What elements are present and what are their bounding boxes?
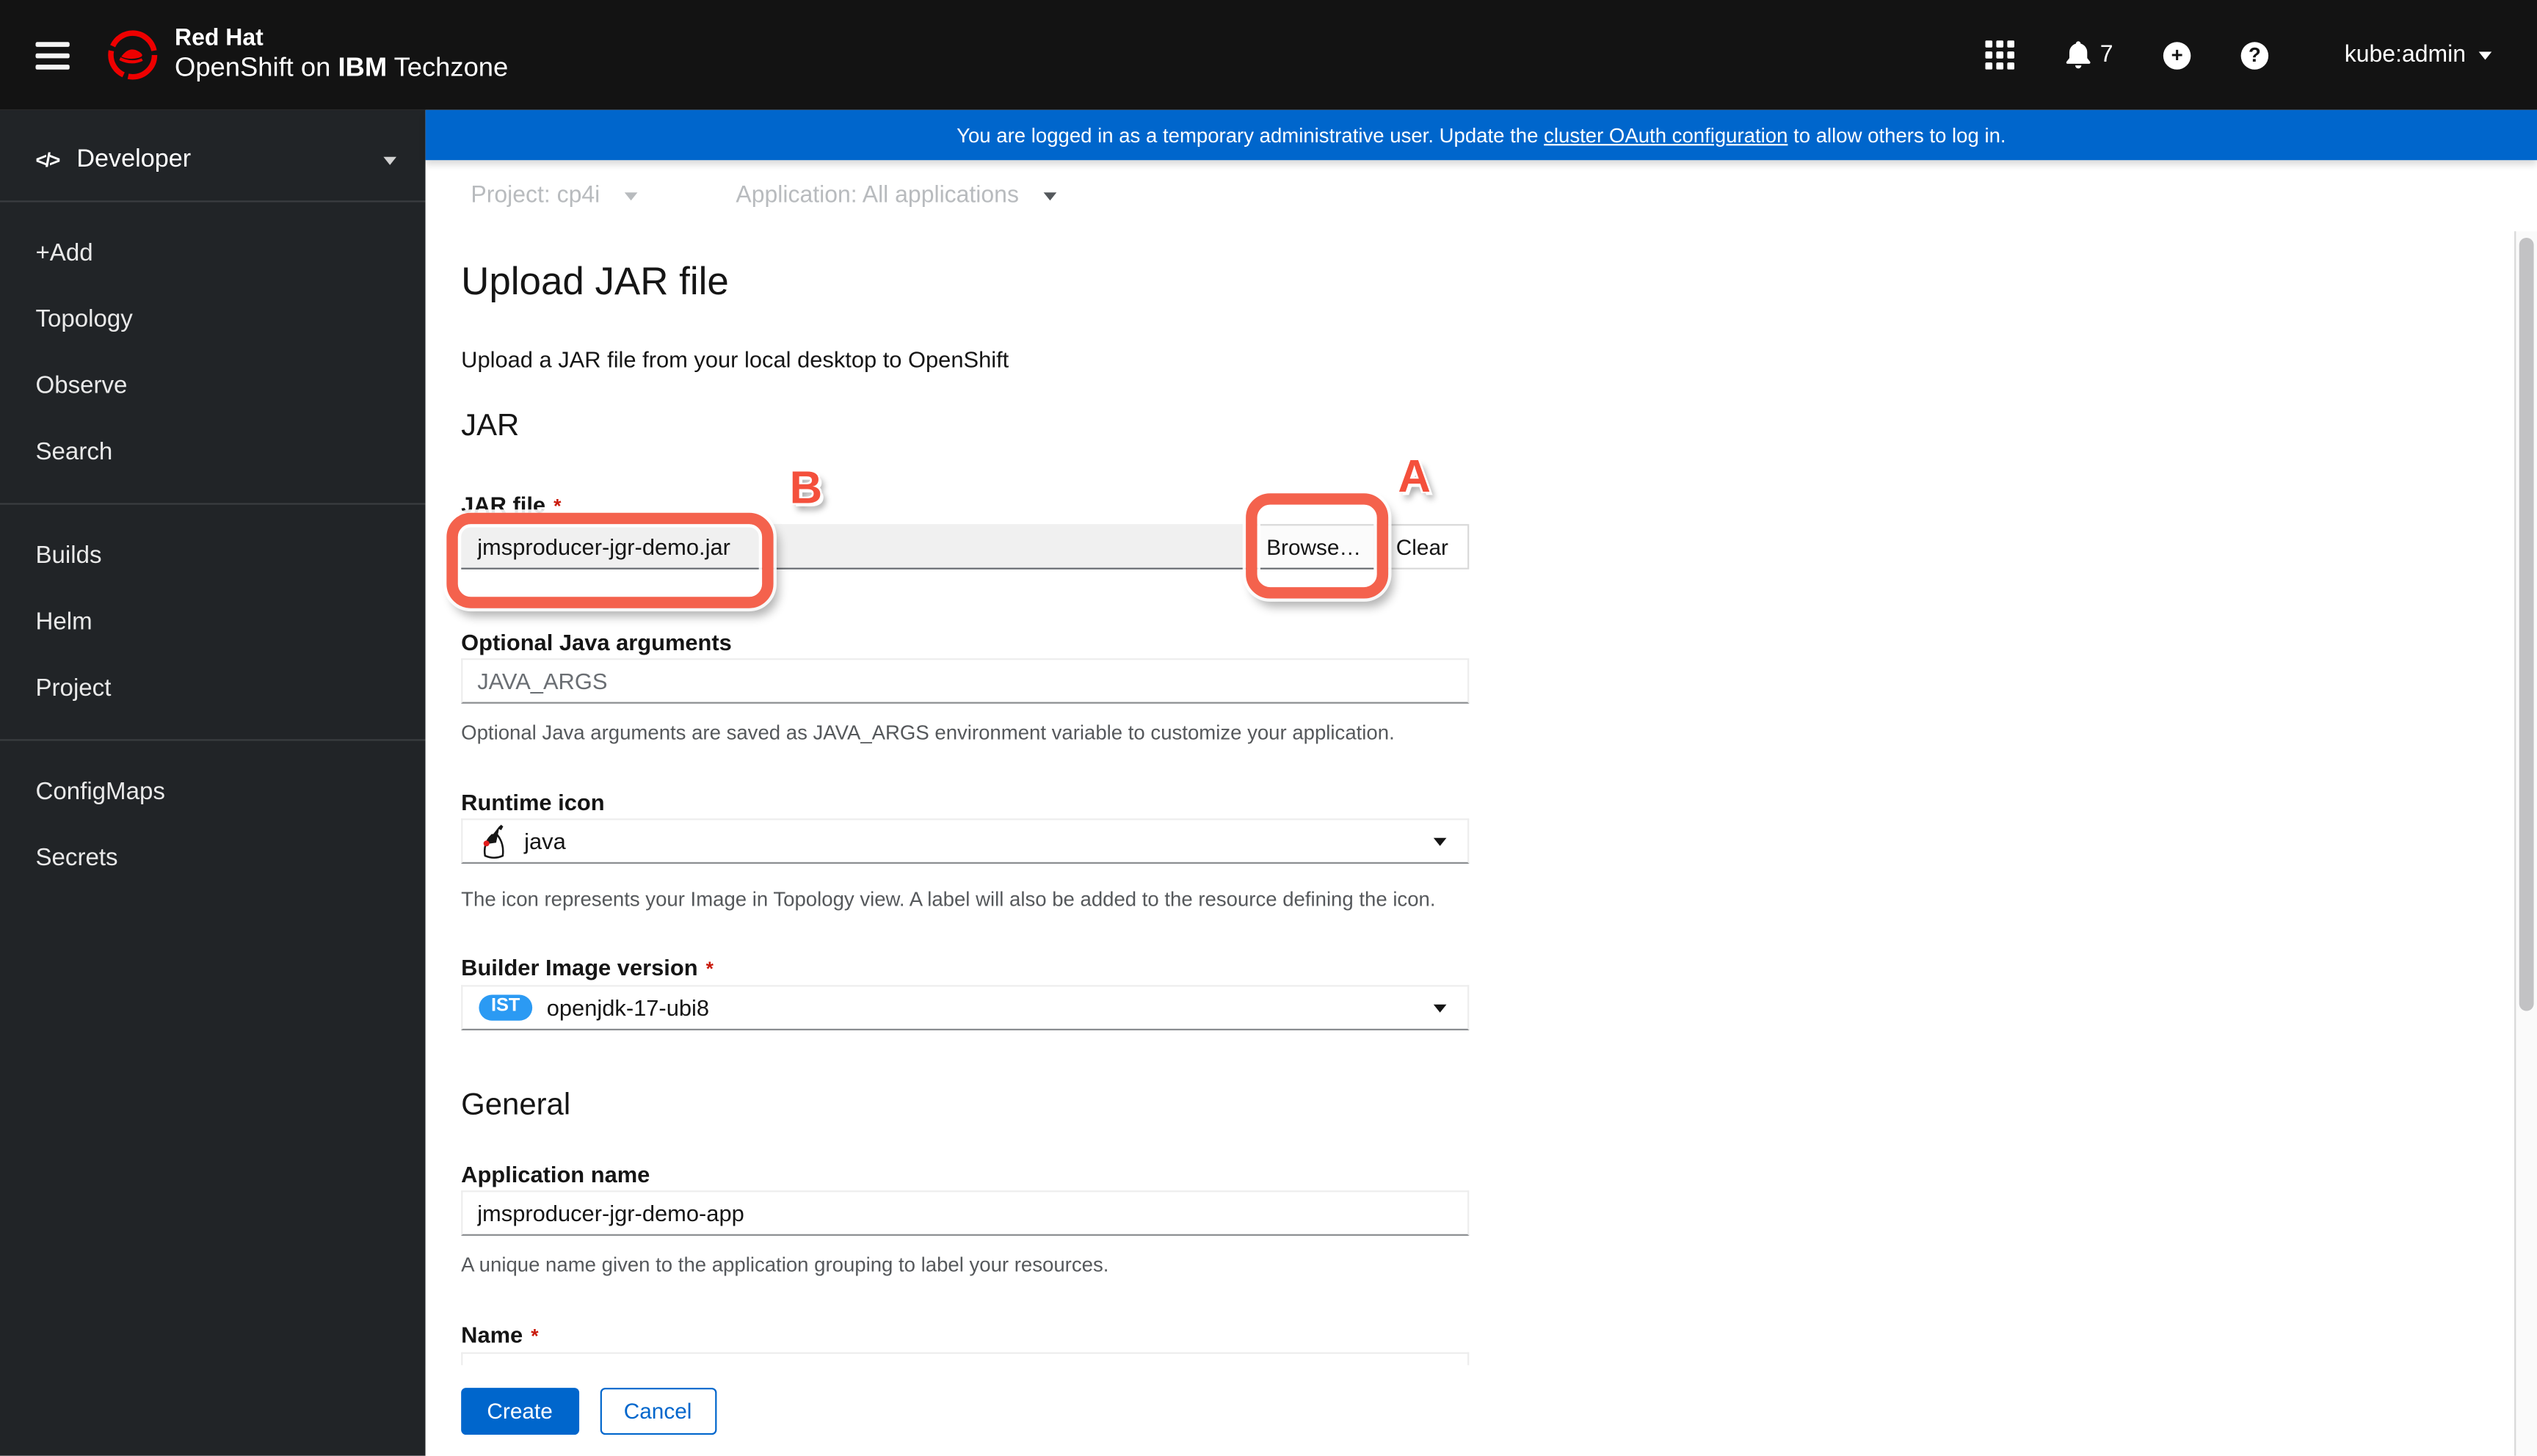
general-section-heading: General xyxy=(461,1088,571,1123)
create-button[interactable]: Create xyxy=(461,1386,579,1434)
sidebar: </> Developer +Add Topology Observe Sear… xyxy=(0,109,426,1456)
upload-jar-form: Upload JAR file Upload a JAR file from y… xyxy=(426,231,1470,1398)
notification-count: 7 xyxy=(2099,42,2113,68)
user-menu[interactable]: kube:admin xyxy=(2335,40,2502,70)
perspective-label: Developer xyxy=(76,145,192,173)
annotation-box-b xyxy=(446,512,774,608)
page-content: Upload JAR file Upload a JAR file from y… xyxy=(425,231,2537,1456)
sidebar-group-2: Builds Helm Project xyxy=(0,505,426,740)
clear-button[interactable]: Clear xyxy=(1375,524,1470,569)
quick-create-button[interactable]: + xyxy=(2160,38,2194,72)
annotation-letter-b: B xyxy=(789,462,823,513)
form-action-bar: Create Cancel xyxy=(425,1365,2515,1456)
caret-down-icon xyxy=(624,192,637,200)
application-name-label: Application name xyxy=(461,1161,650,1187)
caret-down-icon xyxy=(383,156,396,164)
runtime-icon-select[interactable]: java xyxy=(461,818,1470,864)
runtime-icon-value: java xyxy=(524,828,566,854)
caret-down-icon xyxy=(1433,837,1447,845)
perspective-switcher[interactable]: </> Developer xyxy=(0,129,426,200)
masthead: Red Hat OpenShift on IBM Techzone 7 + ? … xyxy=(0,0,2537,110)
application-name-help: A unique name given to the application g… xyxy=(461,1253,1109,1277)
annotation-letter-a: A xyxy=(1398,451,1431,502)
nav-toggle-button[interactable] xyxy=(23,29,83,82)
sidebar-item-secrets[interactable]: Secrets xyxy=(0,825,426,891)
scrollbar[interactable] xyxy=(2514,231,2537,1456)
runtime-icon-label: Runtime icon xyxy=(461,789,605,815)
context-toolbar: Project: cp4i Application: All applicati… xyxy=(425,160,2537,232)
application-name-input[interactable] xyxy=(461,1190,1470,1236)
required-indicator: * xyxy=(705,957,714,980)
java-args-label: Optional Java arguments xyxy=(461,629,732,655)
builder-image-select[interactable]: IST openjdk-17-ubi8 xyxy=(461,985,1470,1030)
project-selector[interactable]: Project: cp4i xyxy=(461,181,647,211)
annotation-box-a xyxy=(1246,493,1389,599)
cancel-button[interactable]: Cancel xyxy=(599,1386,716,1434)
brand: Red Hat OpenShift on IBM Techzone xyxy=(105,26,508,84)
help-button[interactable]: ? xyxy=(2237,38,2271,72)
builder-image-value: openjdk-17-ubi8 xyxy=(546,994,710,1021)
sidebar-group-1: +Add Topology Observe Search xyxy=(0,203,426,503)
app-window: Red Hat OpenShift on IBM Techzone 7 + ? … xyxy=(0,0,2537,1456)
oauth-config-link[interactable]: cluster OAuth configuration xyxy=(1544,124,1787,147)
scrollbar-thumb[interactable] xyxy=(2519,238,2534,1011)
sidebar-item-builds[interactable]: Builds xyxy=(0,523,426,589)
sidebar-item-add[interactable]: +Add xyxy=(0,220,426,286)
jar-file-upload: Browse… Clear B A xyxy=(446,454,1470,608)
brand-line1: Red Hat xyxy=(175,26,264,52)
bell-icon xyxy=(2066,41,2091,69)
main-panel: You are logged in as a temporary adminis… xyxy=(425,109,2537,1456)
name-label: Name * xyxy=(461,1320,1469,1351)
developer-icon: </> xyxy=(35,148,60,172)
sidebar-item-project[interactable]: Project xyxy=(0,655,426,721)
java-duke-icon xyxy=(483,823,504,858)
application-selector[interactable]: Application: All applications xyxy=(726,181,1066,211)
plus-circle-icon: + xyxy=(2163,41,2191,69)
sidebar-item-topology[interactable]: Topology xyxy=(0,286,426,352)
jar-section-heading: JAR xyxy=(461,409,520,443)
login-banner: You are logged in as a temporary adminis… xyxy=(425,109,2537,161)
redhat-logo-icon xyxy=(108,30,158,80)
sidebar-item-helm[interactable]: Helm xyxy=(0,589,426,655)
runtime-icon-help: The icon represents your Image in Topolo… xyxy=(461,888,1436,911)
sidebar-item-observe[interactable]: Observe xyxy=(0,352,426,418)
caret-down-icon xyxy=(1433,1003,1447,1012)
sidebar-group-3: ConfigMaps Secrets xyxy=(0,740,426,909)
app-launcher-button[interactable] xyxy=(1982,37,2017,73)
question-circle-icon: ? xyxy=(2240,41,2269,69)
masthead-toolbar: 7 + ? kube:admin xyxy=(1982,37,2511,73)
application-selector-label: Application: All applications xyxy=(736,183,1019,209)
notifications-button[interactable]: 7 xyxy=(2061,37,2116,73)
page-description: Upload a JAR file from your local deskto… xyxy=(461,346,1009,372)
sidebar-item-search[interactable]: Search xyxy=(0,419,426,485)
caret-down-icon xyxy=(2478,51,2492,59)
caret-down-icon xyxy=(1043,192,1056,200)
hamburger-icon xyxy=(35,41,70,46)
app-grid-icon xyxy=(1985,40,2014,70)
required-indicator: * xyxy=(531,1325,539,1347)
sidebar-item-configmaps[interactable]: ConfigMaps xyxy=(0,759,426,825)
brand-text: Red Hat OpenShift on IBM Techzone xyxy=(175,26,508,84)
brand-line2: OpenShift on IBM Techzone xyxy=(175,53,509,83)
imagestreamtag-badge: IST xyxy=(479,994,532,1022)
java-args-help: Optional Java arguments are saved as JAV… xyxy=(461,721,1395,744)
builder-image-label: Builder Image version * xyxy=(461,953,1469,983)
java-args-input[interactable] xyxy=(461,658,1470,704)
page-title: Upload JAR file xyxy=(461,260,729,305)
project-selector-label: Project: cp4i xyxy=(471,183,600,209)
user-name: kube:admin xyxy=(2344,42,2467,68)
main-layout: </> Developer +Add Topology Observe Sear… xyxy=(0,109,2537,1456)
